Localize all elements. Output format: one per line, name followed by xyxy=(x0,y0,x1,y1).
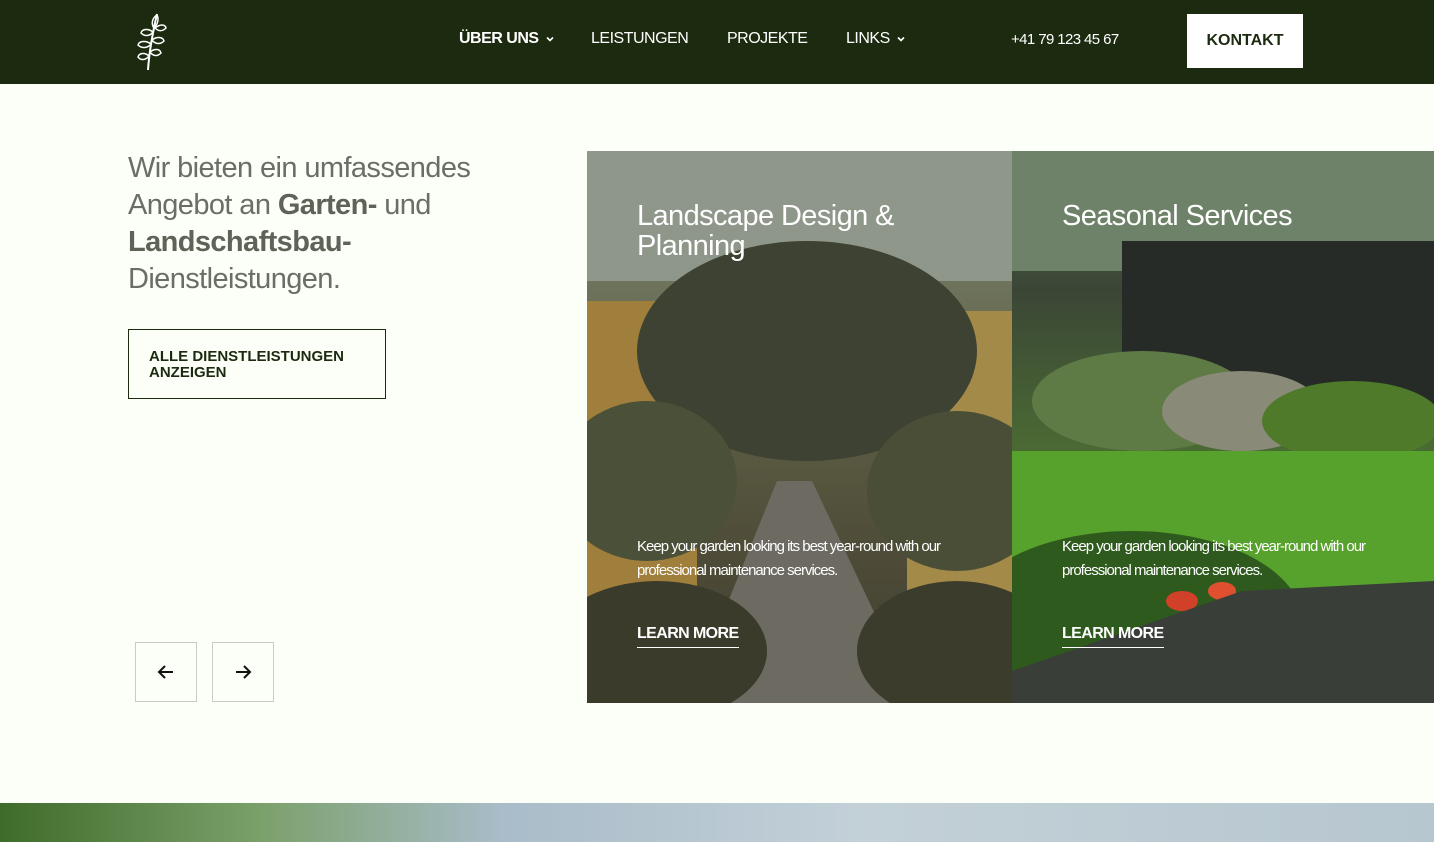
arrow-left-icon xyxy=(157,665,173,679)
intro-bold-landschaftsbau: Landschaftsbau- xyxy=(128,226,352,258)
next-section-image xyxy=(0,803,1434,842)
card-title: Landscape Design & Planning xyxy=(637,200,894,262)
chevron-down-icon xyxy=(897,36,905,42)
nav-leistungen-label: LEISTUNGEN xyxy=(591,30,689,47)
nav-projekte[interactable]: PROJEKTE xyxy=(727,30,808,48)
service-card-landscape[interactable]: Landscape Design & Planning Keep your ga… xyxy=(587,151,1012,703)
nav-links-label: LINKS xyxy=(846,30,890,47)
arrow-right-icon xyxy=(236,665,252,679)
nav-links[interactable]: LINKS xyxy=(846,30,906,48)
site-header: ÜBER UNS LEISTUNGEN PROJEKTE LINKS +41 7… xyxy=(0,0,1434,84)
nav-ueber-uns-label: ÜBER UNS xyxy=(459,30,539,47)
intro-text-part-3: Dienstleistungen. xyxy=(128,263,341,295)
chevron-down-icon xyxy=(545,36,554,42)
card-background-image xyxy=(1012,151,1434,703)
service-card-seasonal[interactable]: Seasonal Services Keep your garden looki… xyxy=(1012,151,1434,703)
phone-number[interactable]: +41 79 123 45 67 xyxy=(1011,31,1119,48)
logo-leaf-icon[interactable] xyxy=(130,10,170,72)
intro-bold-garten: Garten- xyxy=(277,189,378,221)
nav-leistungen[interactable]: LEISTUNGEN xyxy=(591,30,689,48)
intro-text: Wir bieten ein umfassendes Angebot an Ga… xyxy=(128,150,508,298)
kontakt-button[interactable]: KONTAKT xyxy=(1187,14,1303,68)
all-services-button[interactable]: ALLE DIENSTLEISTUNGEN ANZEIGEN xyxy=(128,329,386,399)
learn-more-link[interactable]: LEARN MORE xyxy=(637,625,739,648)
next-slide-button[interactable] xyxy=(212,642,274,702)
intro-text-part-2: und xyxy=(376,189,431,221)
nav-ueber-uns[interactable]: ÜBER UNS xyxy=(459,30,555,48)
card-description: Keep your garden looking its best year-r… xyxy=(637,538,941,579)
learn-more-link[interactable]: LEARN MORE xyxy=(1062,625,1164,648)
card-description: Keep your garden looking its best year-r… xyxy=(1062,538,1366,579)
prev-slide-button[interactable] xyxy=(135,642,197,702)
card-title: Seasonal Services xyxy=(1062,200,1293,232)
nav-projekte-label: PROJEKTE xyxy=(727,30,808,47)
